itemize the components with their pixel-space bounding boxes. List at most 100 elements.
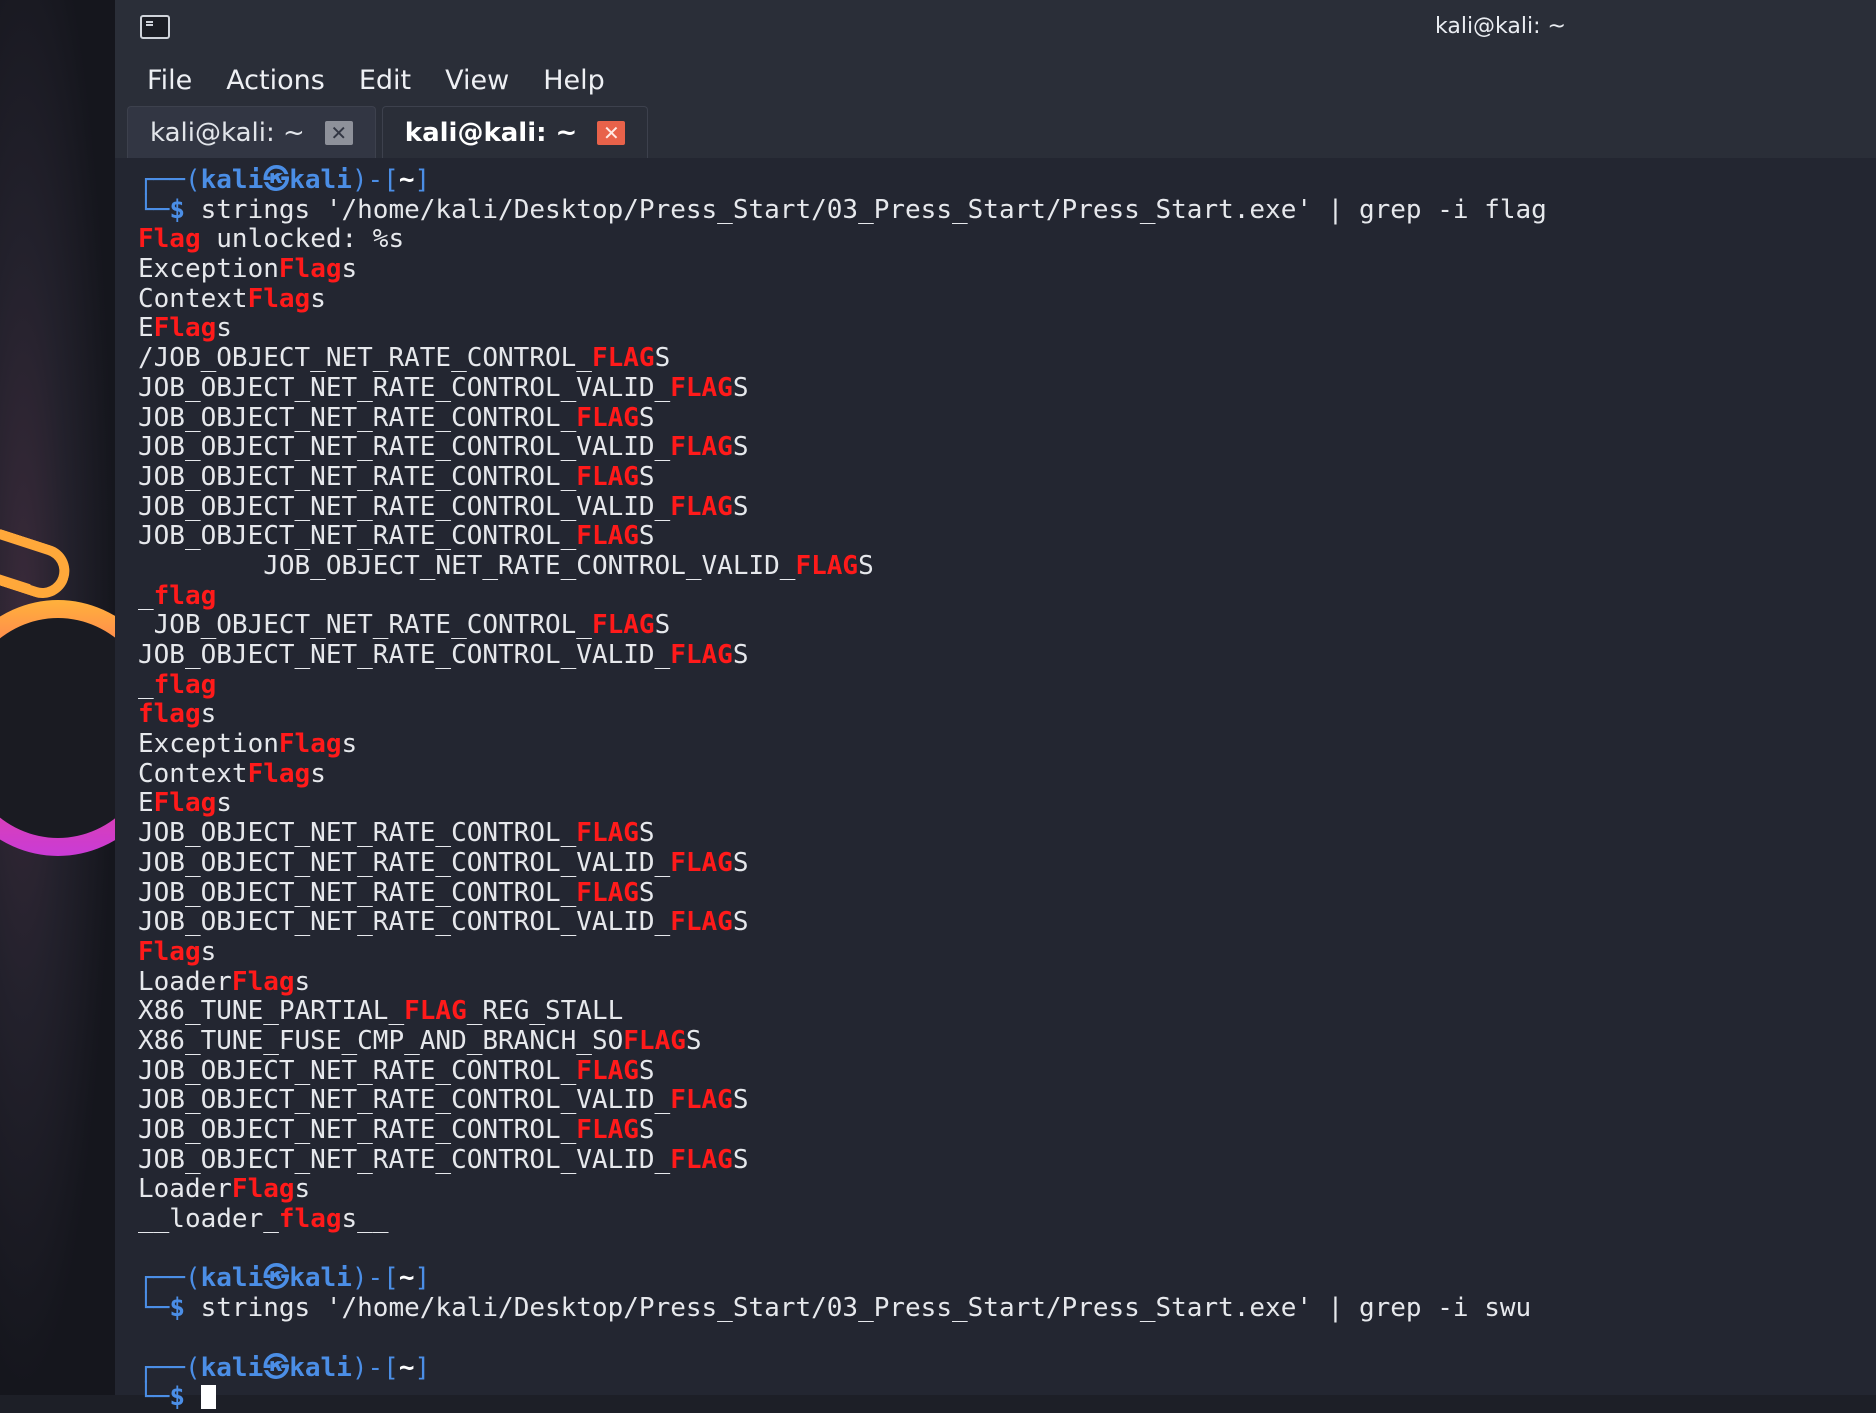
prompt-path: ~	[398, 1352, 415, 1383]
output-line: JOB_OBJECT_NET_RATE_CONTROL_FLAGS	[138, 818, 1876, 849]
terminal-output[interactable]: ┌──(kali㉿kali)-[~] └─$ strings '/home/ka…	[115, 158, 1876, 1412]
kali-logo	[0, 600, 115, 856]
output-text: S	[858, 550, 874, 581]
match-highlight: FLAG	[623, 1025, 686, 1056]
match-highlight: FLAG	[576, 1115, 639, 1145]
output-line: JOB_OBJECT_NET_RATE_CONTROL_VALID_FLAGS	[138, 1144, 1876, 1176]
output-text: _	[138, 580, 154, 611]
output-text: s	[200, 699, 217, 730]
output-text: S	[732, 847, 749, 878]
output-line: JOB_OBJECT_NET_RATE_CONTROL_VALID_FLAGS	[138, 847, 1876, 879]
output-text: S	[732, 432, 749, 463]
output-line: LoaderFlags	[138, 966, 1876, 998]
output-line: Flags	[138, 936, 1876, 968]
prompt-end: ]	[414, 1352, 431, 1383]
match-highlight: FLAG	[670, 907, 733, 938]
output-text: JOB_OBJECT_NET_RATE_CONTROL_VALID_	[138, 640, 671, 670]
prompt-end: ]	[414, 1263, 431, 1294]
output-text: __loader_	[138, 1204, 279, 1235]
prompt-open: ┌──(	[138, 1352, 201, 1383]
output-text: JOB_OBJECT_NET_RATE_CONTROL_VALID_	[138, 550, 796, 581]
prompt-open: ┌──(	[138, 165, 201, 195]
output-text: S	[732, 491, 749, 522]
output-text: s	[216, 313, 232, 344]
output-line: ExceptionFlags	[138, 254, 1876, 285]
title-bar[interactable]: kali@kali: ~	[115, 0, 1876, 58]
prompt-user: kali㉿kali	[200, 1352, 352, 1383]
prompt-line: ┌──(kali㉿kali)-[~]	[138, 1264, 1876, 1294]
output-line: JOB_OBJECT_NET_RATE_CONTROL_VALID_FLAGS	[138, 640, 1876, 671]
match-highlight: FLAG	[670, 640, 733, 670]
output-text: S	[638, 521, 655, 552]
output-text: JOB_OBJECT_NET_RATE_CONTROL_	[138, 818, 577, 849]
output-line: ContextFlags	[138, 283, 1876, 315]
match-highlight: FLAG	[670, 1085, 733, 1116]
output-text: JOB_OBJECT_NET_RATE_CONTROL_VALID_	[138, 1144, 671, 1175]
output-text: s	[216, 788, 232, 819]
output-line: X86_TUNE_FUSE_CMP_AND_BRANCH_SOFLAGS	[138, 1025, 1876, 1057]
output-line: JOB_OBJECT_NET_RATE_CONTROL_FLAGS	[138, 462, 1876, 493]
match-highlight: Flag	[278, 254, 342, 285]
output-text: S	[654, 610, 671, 641]
window-title: kali@kali: ~	[1435, 14, 1566, 39]
output-text: X86_TUNE_PARTIAL_	[138, 996, 405, 1027]
output-line: JOB_OBJECT_NET_RATE_CONTROL_FLAGS	[138, 1055, 1876, 1087]
output-text: Exception	[138, 729, 279, 760]
output-line: ContextFlags	[138, 758, 1876, 790]
output-text: S	[638, 1055, 655, 1086]
text-cursor	[200, 1385, 216, 1410]
output-line: JOB_OBJECT_NET_RATE_CONTROL_VALID_FLAGS	[138, 550, 1876, 582]
menu-edit[interactable]: Edit	[359, 65, 411, 96]
menu-view[interactable]: View	[445, 65, 509, 96]
output-line: LoaderFlags	[138, 1175, 1876, 1205]
output-line: JOB_OBJECT_NET_RATE_CONTROL_FLAGS	[138, 610, 1876, 641]
output-line: EFlags	[138, 789, 1876, 819]
output-text: s	[294, 966, 311, 997]
prompt-close: )-[	[351, 1352, 399, 1383]
command-text: strings '/home/kali/Desktop/Press_Start/…	[200, 194, 1547, 225]
output-text: s	[310, 283, 326, 314]
output-text: S	[732, 1144, 749, 1175]
command-line: └─$ strings '/home/kali/Desktop/Press_St…	[138, 1293, 1876, 1324]
match-highlight: flag	[138, 699, 201, 730]
match-highlight: FLAG	[670, 372, 733, 403]
menu-file[interactable]: File	[147, 65, 192, 96]
output-text: s	[341, 729, 358, 760]
prompt-dollar: $	[169, 1293, 185, 1324]
command-line[interactable]: └─$	[138, 1382, 1876, 1413]
match-highlight: Flag	[138, 936, 201, 967]
prompt-path: ~	[398, 1263, 415, 1294]
output-text: s	[310, 758, 326, 789]
prompt-close: )-[	[351, 1263, 399, 1294]
output-line: JOB_OBJECT_NET_RATE_CONTROL_FLAGS	[138, 402, 1876, 434]
output-text: unlocked: %s	[200, 224, 405, 255]
match-highlight: FLAG	[576, 402, 639, 433]
close-icon[interactable]: ✕	[597, 120, 626, 145]
output-text: JOB_OBJECT_NET_RATE_CONTROL_	[138, 1115, 577, 1145]
menu-help[interactable]: Help	[543, 65, 605, 96]
output-text: s	[341, 254, 358, 285]
output-text: S	[638, 1115, 655, 1145]
tab-2[interactable]: kali@kali: ~ ✕	[381, 106, 649, 158]
prompt-corner: └─	[138, 194, 170, 225]
output-text: S	[685, 1025, 702, 1056]
output-line: EFlags	[138, 314, 1876, 344]
menu-actions[interactable]: Actions	[226, 65, 325, 96]
match-highlight: FLAG	[670, 1144, 733, 1175]
tab-1[interactable]: kali@kali: ~ ✕	[127, 106, 376, 158]
match-highlight: FLAG	[576, 818, 639, 849]
output-text: X86_TUNE_FUSE_CMP_AND_BRANCH_SO	[138, 1025, 624, 1056]
close-icon[interactable]: ✕	[324, 120, 353, 145]
match-highlight: flag	[278, 1204, 342, 1235]
tab-bar: kali@kali: ~ ✕ kali@kali: ~ ✕	[115, 102, 1876, 160]
output-line: Flag unlocked: %s	[138, 225, 1876, 255]
output-text: s__	[341, 1204, 389, 1235]
output-text: Context	[138, 283, 248, 314]
output-text: _	[138, 669, 154, 700]
match-highlight: FLAG	[795, 550, 859, 581]
output-text: S	[732, 907, 749, 938]
match-highlight: Flag	[231, 1174, 295, 1205]
output-text: JOB_OBJECT_NET_RATE_CONTROL_VALID_	[138, 432, 671, 463]
match-highlight: Flag	[138, 224, 201, 255]
match-highlight: flag	[153, 669, 217, 700]
